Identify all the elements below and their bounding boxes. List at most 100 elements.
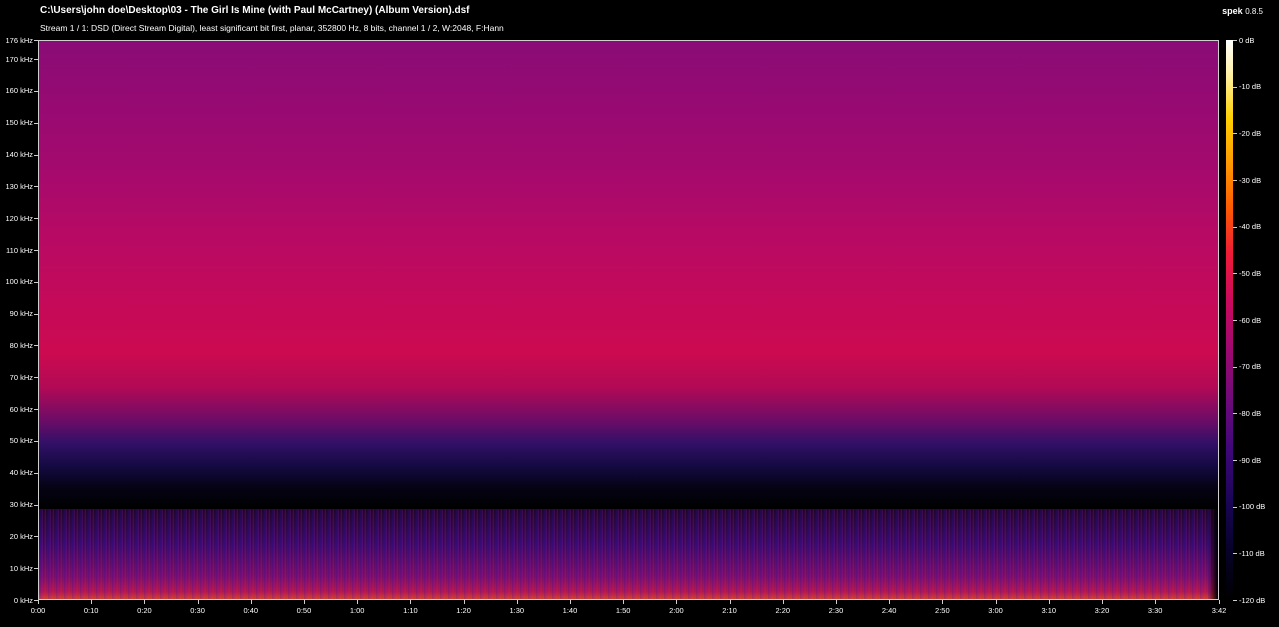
time-tick-mark [517,600,518,604]
spek-window: C:\Users\john doe\Desktop\03 - The Girl … [0,0,1279,627]
frequency-tick-mark [34,377,38,378]
db-tick-mark [1233,553,1237,554]
spectrogram-end-fade [1208,509,1218,599]
frequency-tick-label: 60 kHz [9,404,33,414]
frequency-tick-label: 176 kHz [5,35,33,45]
db-tick-label: -80 dB [1239,408,1262,418]
time-tick-mark [304,600,305,604]
time-tick-label: 0:10 [83,606,99,615]
time-tick-label: 1:50 [615,606,631,615]
frequency-tick-label: 80 kHz [9,340,33,350]
frequency-tick-label: 30 kHz [9,500,33,510]
db-tick-mark [1233,320,1237,321]
time-tick-label: 0:20 [137,606,152,615]
time-tick-mark [783,600,784,604]
frequency-tick-label: 50 kHz [9,436,33,446]
time-tick-mark [836,600,837,604]
db-tick-mark [1233,600,1237,601]
frequency-tick-label: 110 kHz [6,245,33,255]
app-brand: spek 0.8.5 [1222,6,1263,16]
db-tick-label: 0 dB [1239,35,1255,45]
time-tick-mark [570,600,571,604]
time-tick-label: 2:50 [935,606,950,615]
db-tick-label: -110 dB [1239,548,1265,558]
time-tick-mark [38,600,39,604]
time-tick-mark [357,600,358,604]
time-tick-mark [1102,600,1103,604]
time-tick-mark [144,600,145,604]
time-tick-label: 3:42 [1211,606,1227,615]
file-path-title: C:\Users\john doe\Desktop\03 - The Girl … [40,5,470,16]
db-tick-mark [1233,413,1237,414]
db-tick-label: -60 dB [1239,315,1262,325]
stream-info: Stream 1 / 1: DSD (Direct Stream Digital… [40,23,504,33]
time-tick-mark [1155,600,1156,604]
time-tick-label: 0:50 [296,606,312,615]
frequency-tick-mark [34,218,38,219]
time-tick-label: 1:20 [456,606,471,615]
frequency-tick-mark [34,40,38,41]
frequency-tick-label: 20 kHz [9,531,33,541]
frequency-tick-mark [34,155,38,156]
frequency-tick-label: 10 kHz [9,563,33,573]
frequency-tick-mark [34,441,38,442]
db-tick-label: -40 dB [1239,222,1262,232]
spectrogram-plot [38,40,1219,600]
frequency-tick-label: 0 kHz [13,595,33,605]
time-tick-label: 3:30 [1147,606,1163,615]
frequency-tick-mark [34,282,38,283]
db-tick-label: -20 dB [1239,128,1262,138]
frequency-tick-mark [34,536,38,537]
time-tick-mark [91,600,92,604]
time-tick-mark [942,600,943,604]
frequency-tick-label: 170 kHz [5,54,33,64]
time-tick-mark [1049,600,1050,604]
frequency-tick-mark [34,473,38,474]
db-tick-mark [1233,460,1237,461]
frequency-tick-mark [34,91,38,92]
time-tick-mark [623,600,624,604]
frequency-tick-label: 150 kHz [5,118,33,128]
frequency-tick-label: 100 kHz [5,277,33,287]
time-tick-label: 0:40 [243,606,259,615]
time-tick-label: 2:30 [828,606,844,615]
time-tick-label: 3:00 [988,606,1003,615]
frequency-tick-label: 90 kHz [9,309,33,319]
frequency-tick-mark [34,568,38,569]
frequency-tick-mark [34,345,38,346]
time-tick-label: 0:00 [30,606,46,615]
time-tick-mark [730,600,731,604]
db-tick-mark [1233,273,1237,274]
time-tick-mark [1219,600,1220,604]
time-tick-label: 2:00 [669,606,684,615]
time-tick-mark [996,600,997,604]
time-tick-label: 2:40 [881,606,897,615]
time-tick-mark [464,600,465,604]
db-tick-label: -10 dB [1239,82,1262,92]
db-tick-label: -30 dB [1239,175,1262,185]
time-tick-label: 3:10 [1041,606,1057,615]
time-tick-mark [198,600,199,604]
frequency-tick-label: 40 kHz [9,468,33,478]
frequency-tick-mark [34,314,38,315]
frequency-tick-mark [34,250,38,251]
app-version: 0.8.5 [1245,7,1263,16]
db-tick-mark [1233,40,1237,41]
frequency-tick-mark [34,505,38,506]
frequency-tick-mark [34,123,38,124]
spectrogram-audio-band [39,509,1218,599]
app-name: spek [1222,6,1243,16]
db-tick-mark [1233,367,1237,368]
frequency-tick-label: 70 kHz [9,372,33,382]
time-tick-label: 1:30 [509,606,525,615]
time-tick-label: 1:10 [403,606,418,615]
frequency-tick-label: 140 kHz [5,150,33,160]
time-tick-mark [676,600,677,604]
time-tick-label: 1:40 [562,606,578,615]
db-tick-label: -70 dB [1239,362,1262,372]
db-tick-mark [1233,87,1237,88]
frequency-tick-mark [34,186,38,187]
db-tick-mark [1233,133,1237,134]
db-tick-mark [1233,227,1237,228]
time-tick-mark [251,600,252,604]
